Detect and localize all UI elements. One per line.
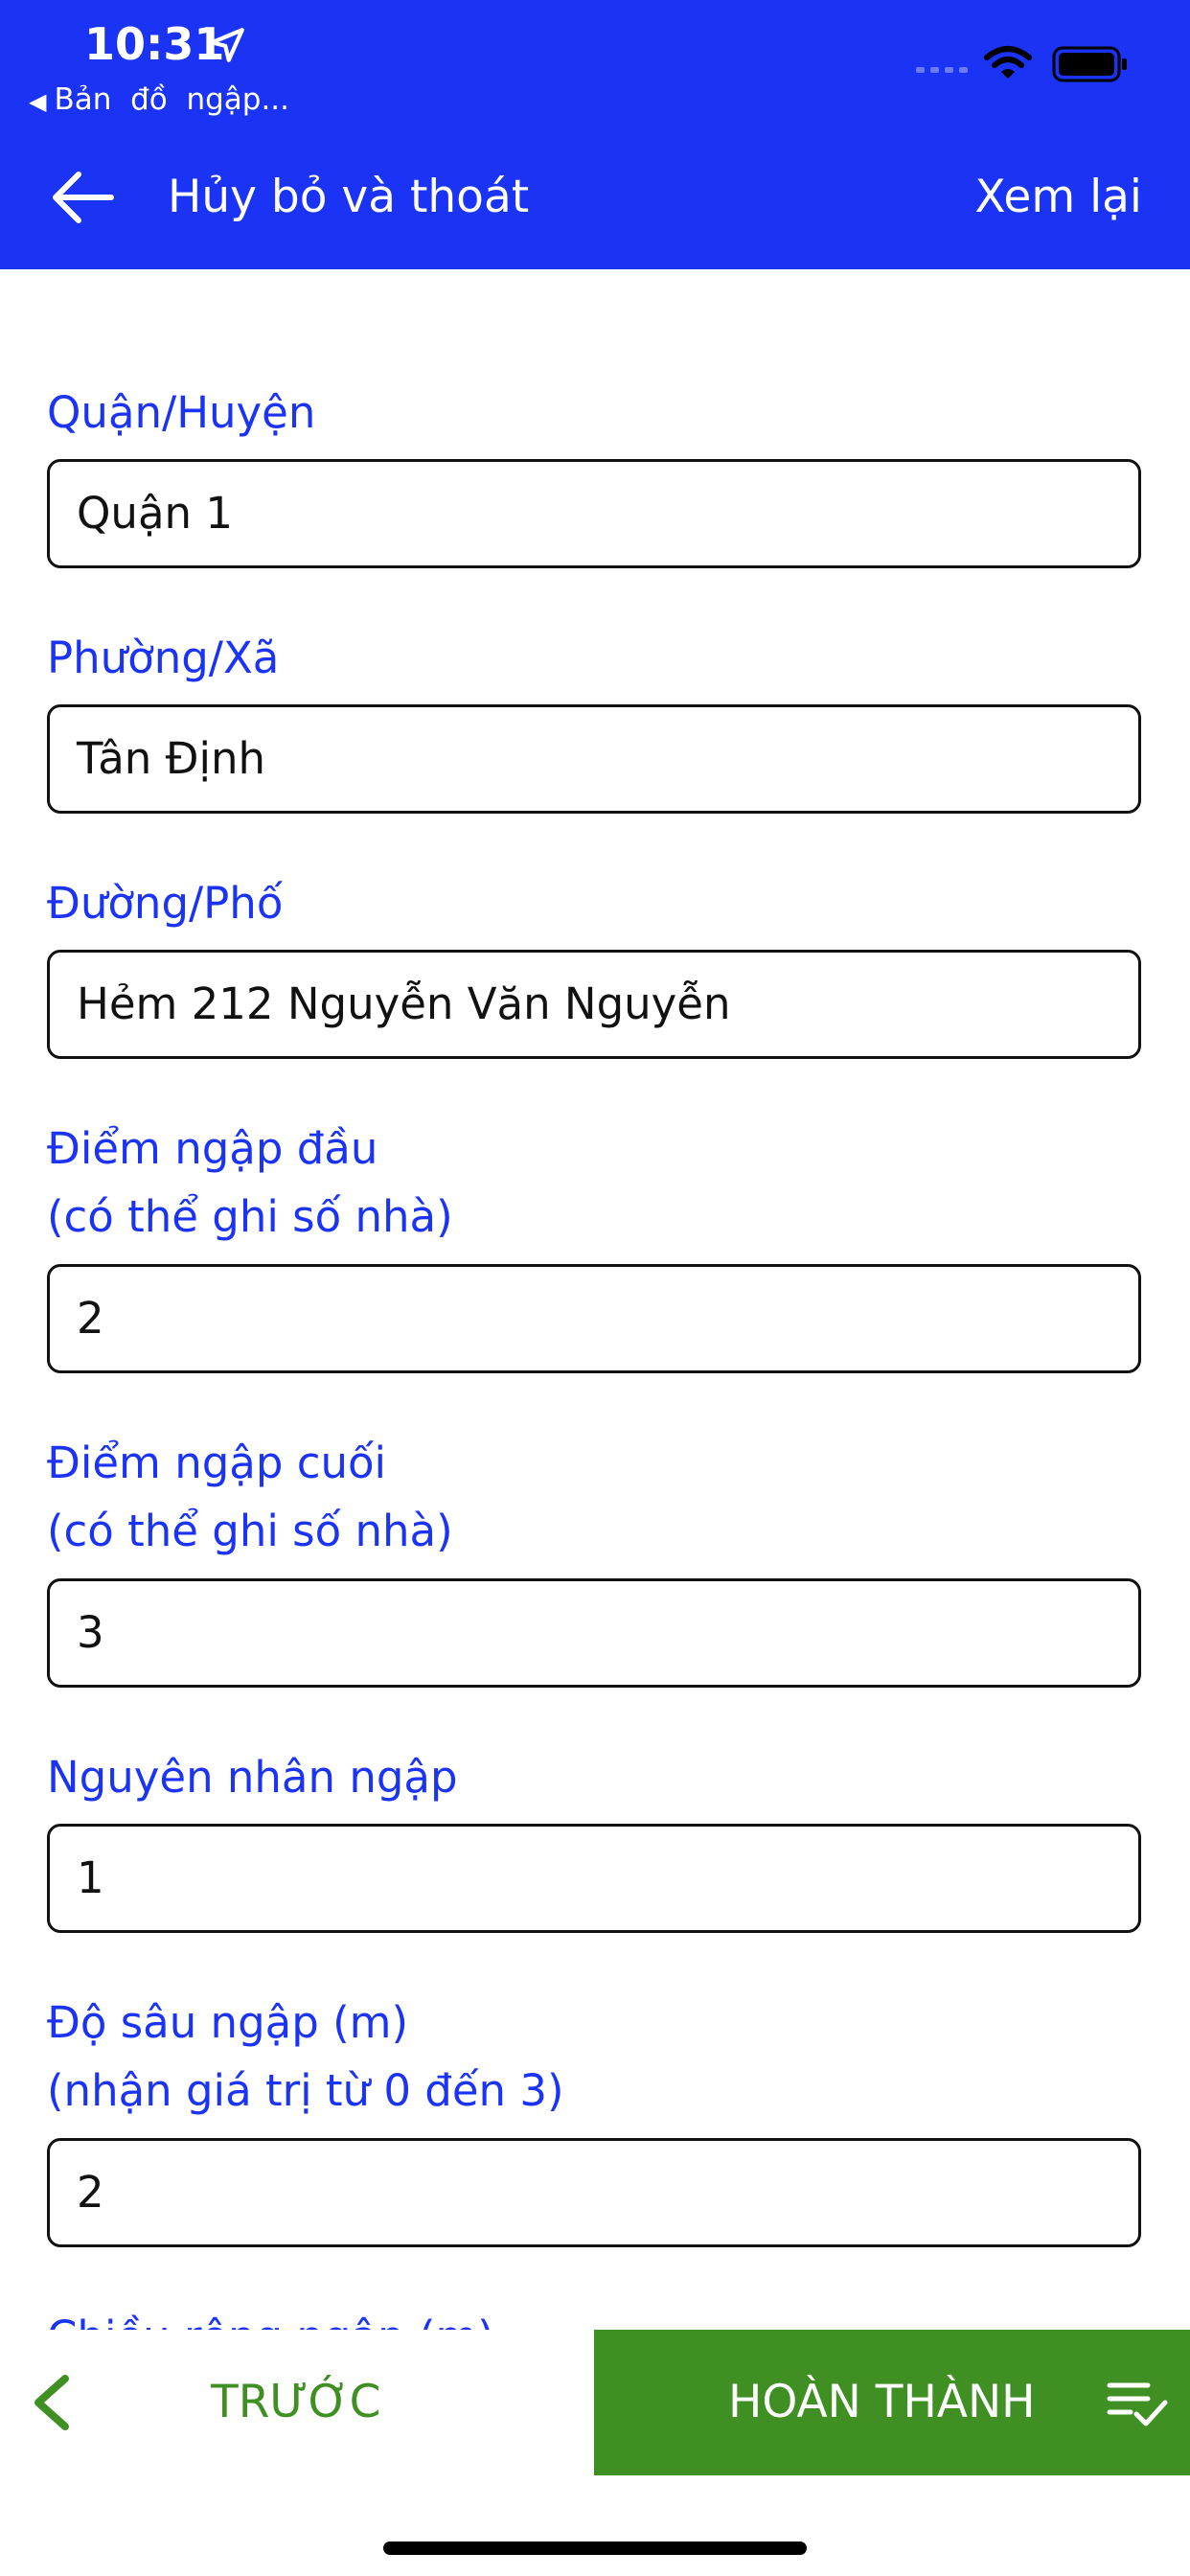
cellular-signal-icon (916, 67, 968, 73)
back-triangle-icon: ◀ (29, 88, 47, 115)
district-label: Quận/Huyện (47, 387, 316, 438)
ward-field[interactable]: Tân Định (47, 704, 1141, 814)
end-point-hint: (có thể ghi số nhà) (47, 1506, 453, 1556)
end-point-label: Điểm ngập cuối (47, 1438, 387, 1488)
width-label: Chiều rộng ngập (m) (47, 2303, 494, 2330)
back-app-label: Bản đồ ngập... (54, 82, 290, 117)
complete-button[interactable]: HOÀN THÀNH (594, 2330, 1190, 2475)
location-arrow-icon (210, 28, 244, 62)
checklist-icon (1107, 2382, 1168, 2426)
report-form: Quận/Huyện Quận 1 Phường/Xã Tân Định Đườ… (0, 269, 1190, 2330)
status-time: 10:31 (84, 18, 225, 70)
cause-field[interactable]: 1 (47, 1824, 1141, 1933)
battery-icon (1052, 46, 1127, 82)
start-point-label: Điểm ngập đầu (47, 1123, 378, 1174)
depth-hint: (nhận giá trị từ 0 đến 3) (47, 2065, 564, 2116)
review-button[interactable]: Xem lại (974, 169, 1142, 226)
previous-label: TRƯỚC (211, 2376, 381, 2428)
cause-label: Nguyên nhân ngập (47, 1752, 458, 1803)
back-to-app-link[interactable]: ◀ Bản đồ ngập... (29, 80, 289, 121)
street-label: Đường/Phố (47, 878, 284, 929)
ward-label: Phường/Xã (47, 632, 280, 683)
depth-field[interactable]: 2 (47, 2138, 1141, 2247)
start-point-value: 2 (77, 1293, 104, 1344)
depth-value: 2 (77, 2167, 104, 2218)
end-point-value: 3 (77, 1607, 104, 1658)
cause-value: 1 (77, 1852, 104, 1903)
arrow-left-icon[interactable] (50, 169, 115, 226)
depth-label: Độ sâu ngập (m) (47, 1997, 409, 2048)
start-point-field[interactable]: 2 (47, 1264, 1141, 1373)
wifi-icon (984, 46, 1032, 79)
district-field[interactable]: Quận 1 (47, 459, 1141, 568)
home-indicator[interactable] (383, 2542, 807, 2555)
street-value: Hẻm 212 Nguyễn Văn Nguyễn (77, 978, 731, 1029)
bottom-bar: TRƯỚC HOÀN THÀNH (0, 2330, 1190, 2576)
end-point-field[interactable]: 3 (47, 1578, 1141, 1688)
chevron-left-icon (34, 2375, 69, 2430)
street-field[interactable]: Hẻm 212 Nguyễn Văn Nguyễn (47, 950, 1141, 1059)
district-value: Quận 1 (77, 488, 233, 539)
previous-button[interactable]: TRƯỚC (0, 2330, 594, 2475)
complete-label: HOÀN THÀNH (728, 2376, 1036, 2428)
app-header: 10:31 ◀ Bản đồ ngập... Hủy bỏ và thoát Xe… (0, 0, 1190, 269)
cancel-exit-button[interactable]: Hủy bỏ và thoát (168, 169, 529, 226)
start-point-hint: (có thể ghi số nhà) (47, 1191, 453, 1242)
ward-value: Tân Định (77, 733, 266, 784)
